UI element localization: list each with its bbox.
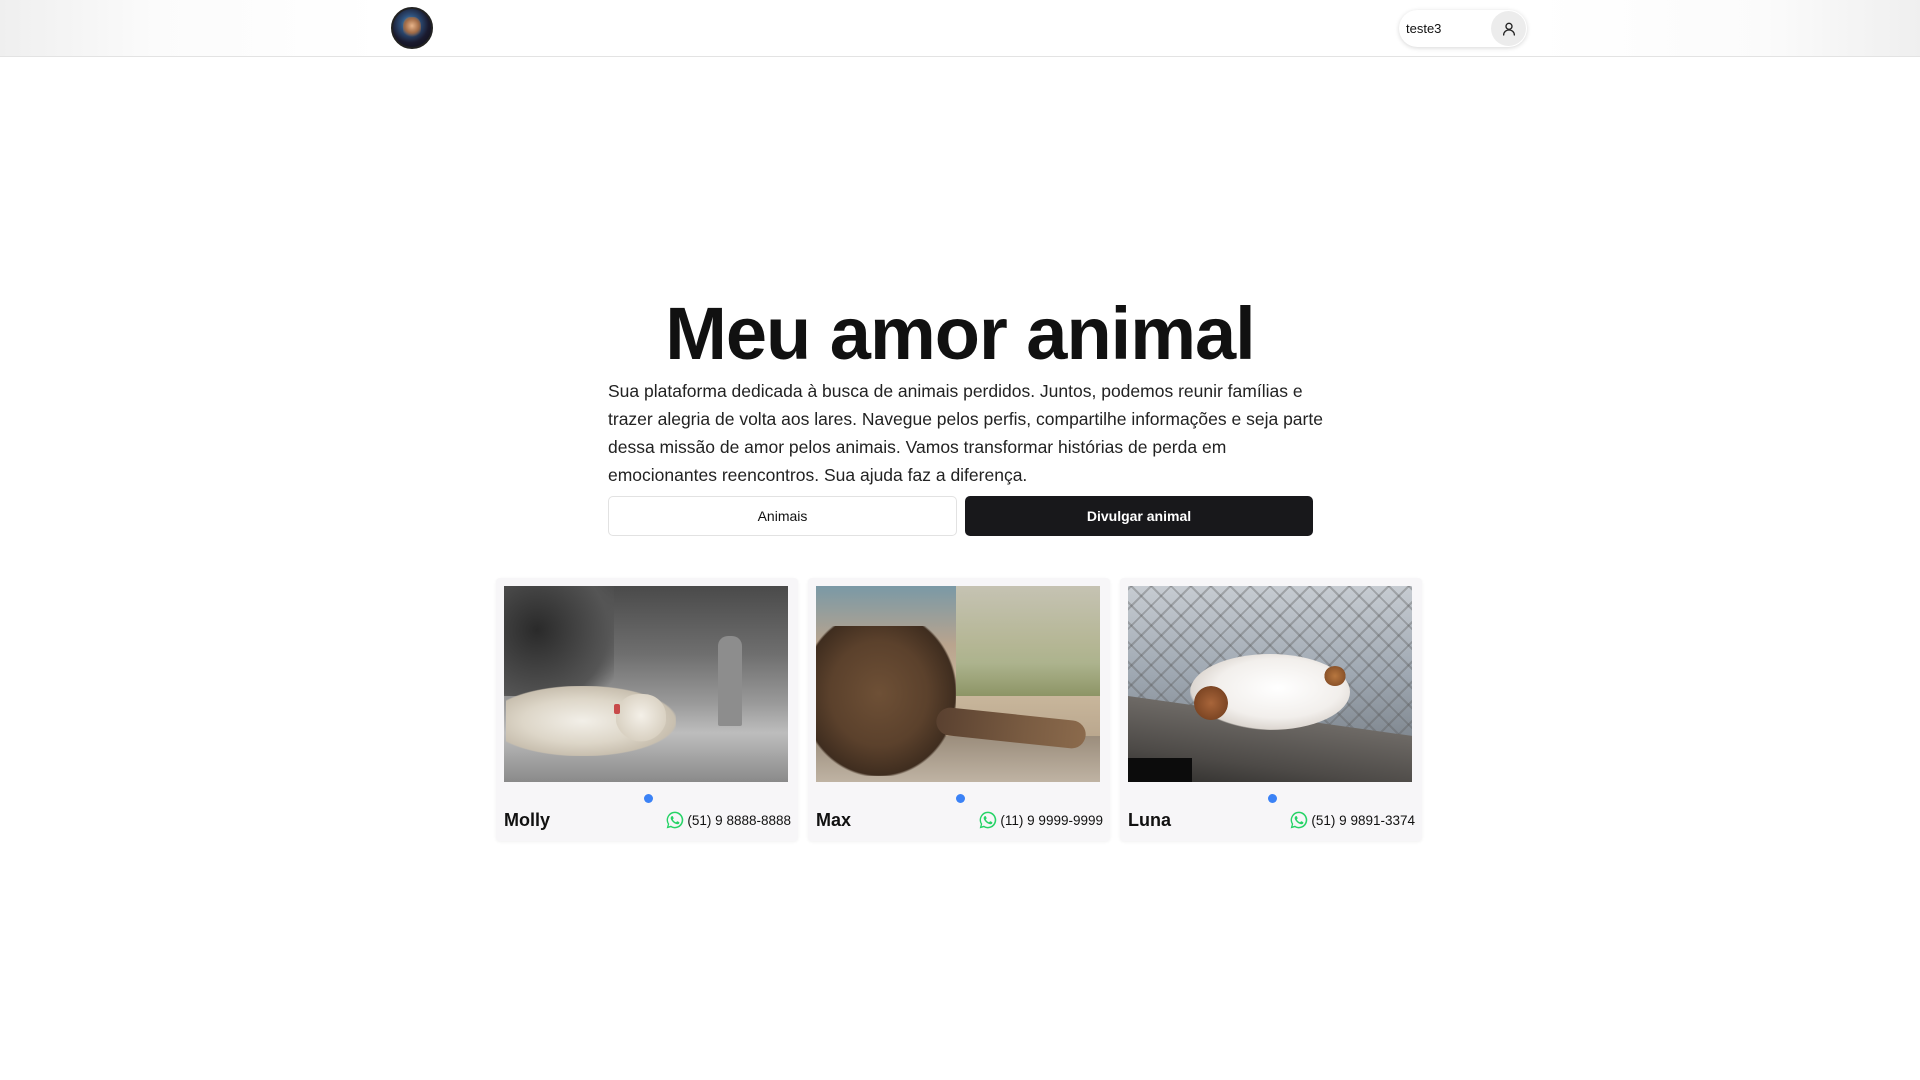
- user-icon: [1491, 11, 1526, 46]
- whatsapp-icon: [980, 811, 997, 829]
- page-title: Meu amor animal: [665, 292, 1256, 375]
- divulgar-animal-button[interactable]: Divulgar animal: [965, 496, 1313, 536]
- top-navbar: teste3: [0, 0, 1920, 57]
- animal-card-luna[interactable]: Luna (51) 9 9891-3374: [1120, 578, 1422, 841]
- animal-name: Max: [816, 810, 852, 830]
- carousel-dot[interactable]: [644, 794, 653, 803]
- contact-phone[interactable]: (51) 9 9891-3374: [1289, 810, 1415, 830]
- animal-card-max[interactable]: Max (11) 9 9999-9999: [808, 578, 1110, 841]
- hero-description: Sua plataforma dedicada à busca de anima…: [608, 381, 1323, 485]
- animal-name: Luna: [1128, 810, 1171, 830]
- user-menu-button[interactable]: teste3: [1399, 10, 1527, 47]
- phone-number: (51) 9 9891-3374: [1311, 812, 1415, 828]
- animal-name: Molly: [504, 810, 551, 830]
- contact-phone[interactable]: (51) 9 8888-8888: [665, 810, 791, 830]
- carousel-dot[interactable]: [956, 794, 965, 803]
- contact-phone[interactable]: (11) 9 9999-9999: [978, 810, 1103, 830]
- carousel-dot[interactable]: [1268, 794, 1277, 803]
- animal-photo: [816, 586, 1100, 782]
- animal-photo: [504, 586, 788, 782]
- phone-number: (11) 9 9999-9999: [1000, 812, 1103, 828]
- whatsapp-icon: [667, 811, 684, 829]
- username-label: teste3: [1406, 21, 1442, 36]
- animal-photo: [1128, 586, 1412, 782]
- animal-card-molly[interactable]: Molly (51) 9 8888-8888: [496, 578, 798, 841]
- animais-button[interactable]: Animais: [608, 496, 957, 536]
- pet-logo-icon[interactable]: [391, 7, 433, 49]
- phone-number: (51) 9 8888-8888: [687, 812, 791, 828]
- whatsapp-icon: [1291, 811, 1308, 829]
